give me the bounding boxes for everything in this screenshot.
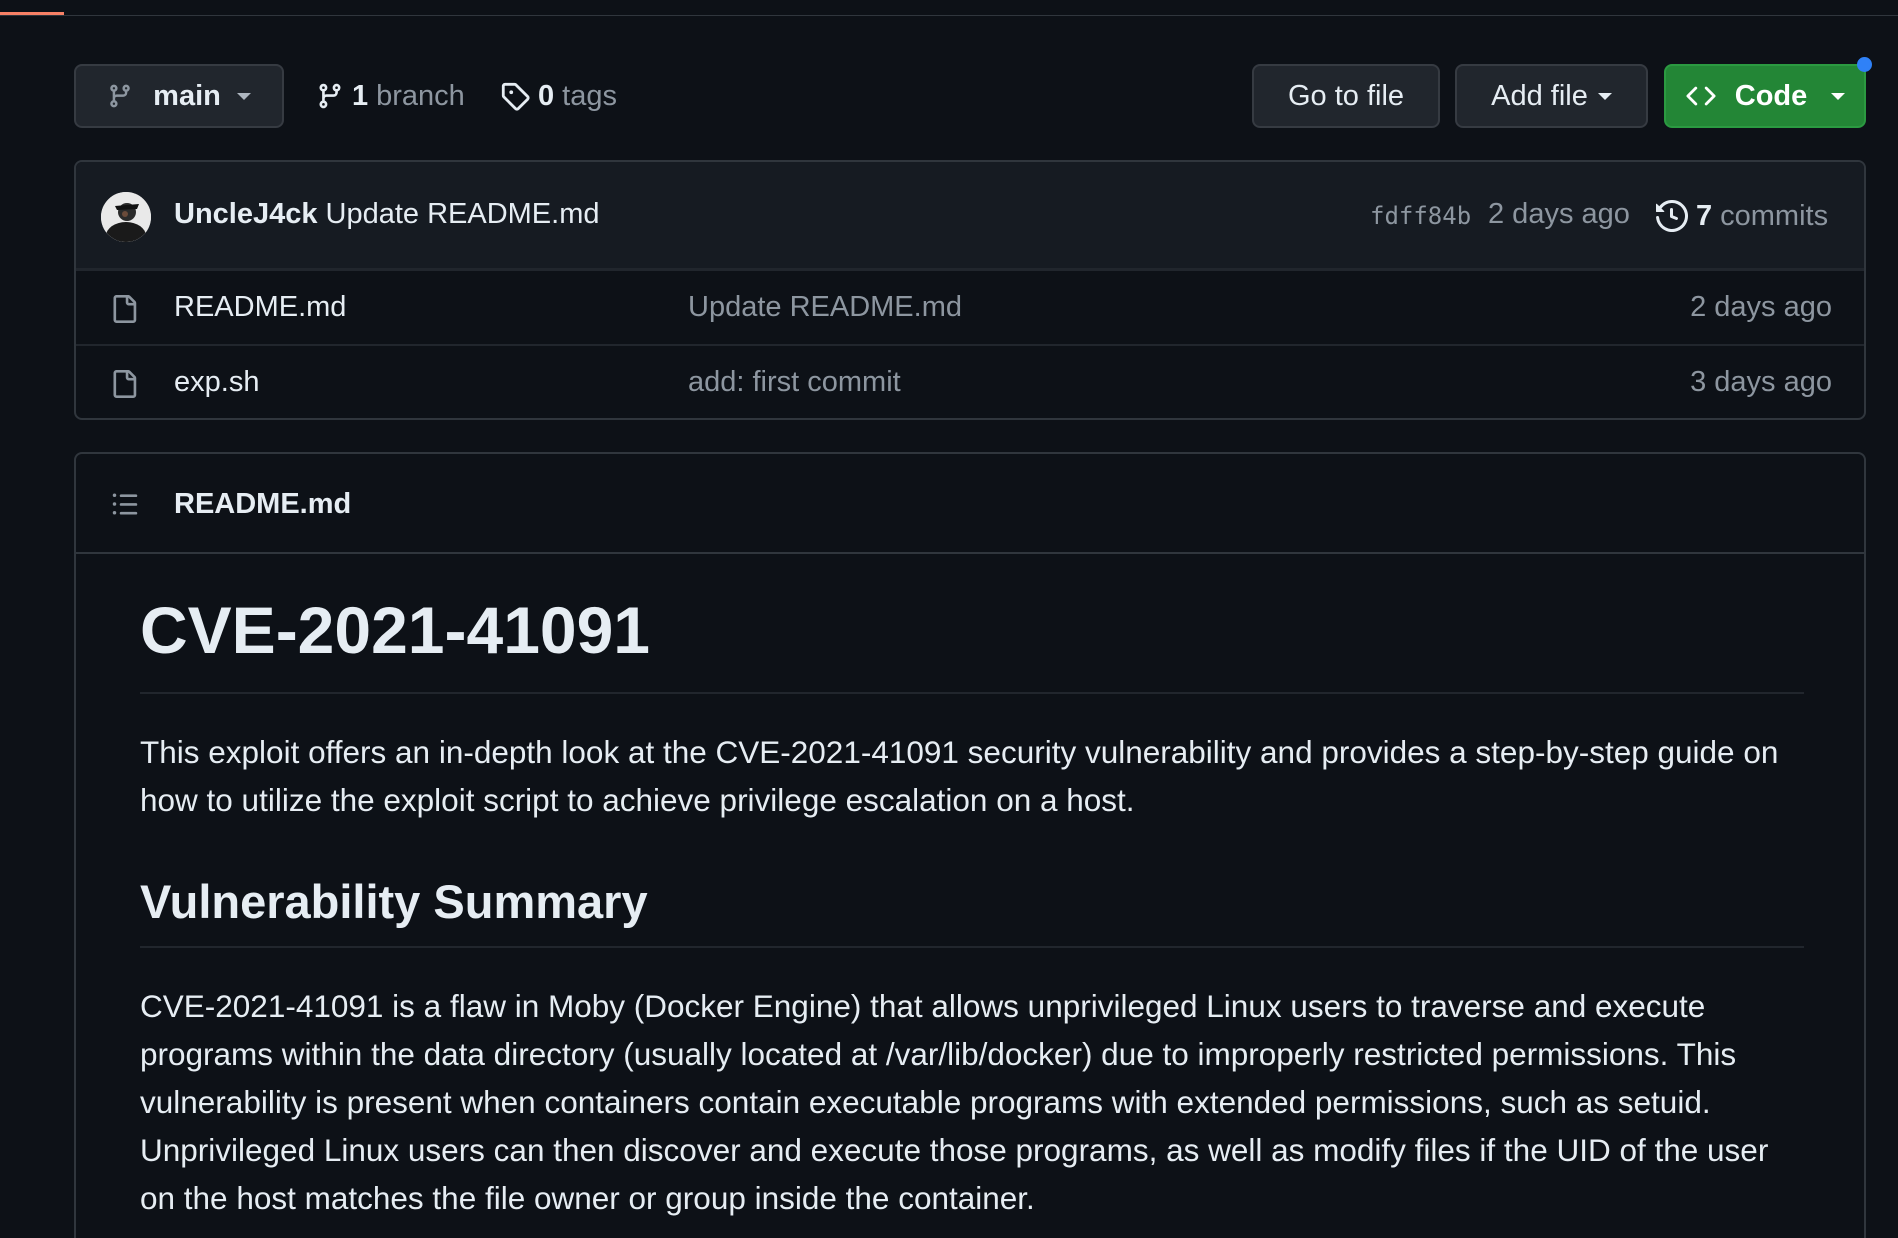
file-row[interactable]: exp.sh add: first commit 3 days ago xyxy=(76,344,1864,418)
go-to-file-label: Go to file xyxy=(1287,79,1405,112)
branch-name: main xyxy=(153,79,221,112)
commits-history-link[interactable]: 7 commits xyxy=(1656,196,1828,236)
code-button[interactable]: Code xyxy=(1664,64,1866,128)
file-listing: UncleJ4ck Update README.md fdff84b 2 days… xyxy=(74,160,1866,420)
avatar[interactable] xyxy=(101,192,151,242)
section-heading: Vulnerability Summary xyxy=(140,874,1804,948)
summary-paragraph: CVE-2021-41091 is a flaw in Moby (Docker… xyxy=(140,988,1769,1216)
readme-content: CVE-2021-41091 This exploit offers an in… xyxy=(140,554,1804,1222)
git-branch-icon xyxy=(319,83,341,109)
code-icon xyxy=(1686,86,1716,106)
commit-summary: UncleJ4ck Update README.md xyxy=(174,198,600,231)
notification-dot xyxy=(1857,57,1872,72)
active-tab-underline xyxy=(0,12,64,15)
file-icon xyxy=(113,370,137,398)
add-file-button[interactable]: Add file xyxy=(1455,64,1648,128)
tag-count: 0 xyxy=(538,79,555,112)
history-icon xyxy=(1656,200,1688,232)
file-commit-message[interactable]: add: first commit xyxy=(688,366,901,399)
readme-header: README.md xyxy=(76,454,1864,554)
file-row[interactable]: README.md Update README.md 2 days ago xyxy=(76,270,1864,344)
branch-select-button[interactable]: main xyxy=(74,64,284,128)
chevron-down-icon xyxy=(1597,92,1612,100)
list-unordered-icon[interactable] xyxy=(110,490,140,518)
file-name[interactable]: README.md xyxy=(174,291,346,324)
readme-intro-paragraph: This exploit offers an in-depth look at … xyxy=(140,734,1779,818)
commit-count: 7 xyxy=(1696,199,1713,232)
chevron-down-icon xyxy=(1831,92,1846,100)
code-label: Code xyxy=(1734,79,1808,112)
commit-age: 2 days ago xyxy=(1488,198,1630,230)
latest-commit-bar: UncleJ4ck Update README.md fdff84b 2 days… xyxy=(76,162,1864,270)
file-icon xyxy=(113,295,137,323)
tag-label: tags xyxy=(562,79,617,112)
file-age: 3 days ago xyxy=(1690,366,1832,398)
file-age: 2 days ago xyxy=(1690,291,1832,323)
go-to-file-button[interactable]: Go to file xyxy=(1252,64,1440,128)
chevron-down-icon xyxy=(236,92,251,100)
branch-label: branch xyxy=(376,79,465,112)
commit-author[interactable]: UncleJ4ck xyxy=(174,198,318,230)
file-name[interactable]: exp.sh xyxy=(174,366,259,399)
readme-title: CVE-2021-41091 xyxy=(140,554,1804,694)
add-file-label: Add file xyxy=(1491,79,1588,112)
commit-label: commits xyxy=(1720,199,1829,232)
branches-link[interactable]: 1 branch xyxy=(316,76,465,116)
git-branch-icon xyxy=(110,84,130,108)
file-commit-message[interactable]: Update README.md xyxy=(688,291,962,324)
readme-panel: README.md CVE-2021-41091 This exploit of… xyxy=(74,452,1866,1238)
branch-count: 1 xyxy=(352,79,369,112)
avatar-image-icon xyxy=(101,192,151,242)
top-nav-border xyxy=(0,0,1898,16)
tag-icon xyxy=(501,82,530,111)
readme-header-title[interactable]: README.md xyxy=(174,488,351,521)
commit-sha[interactable]: fdff84b xyxy=(1370,202,1471,230)
tags-link[interactable]: 0 tags xyxy=(500,76,617,116)
commit-message[interactable]: Update README.md xyxy=(326,198,600,230)
